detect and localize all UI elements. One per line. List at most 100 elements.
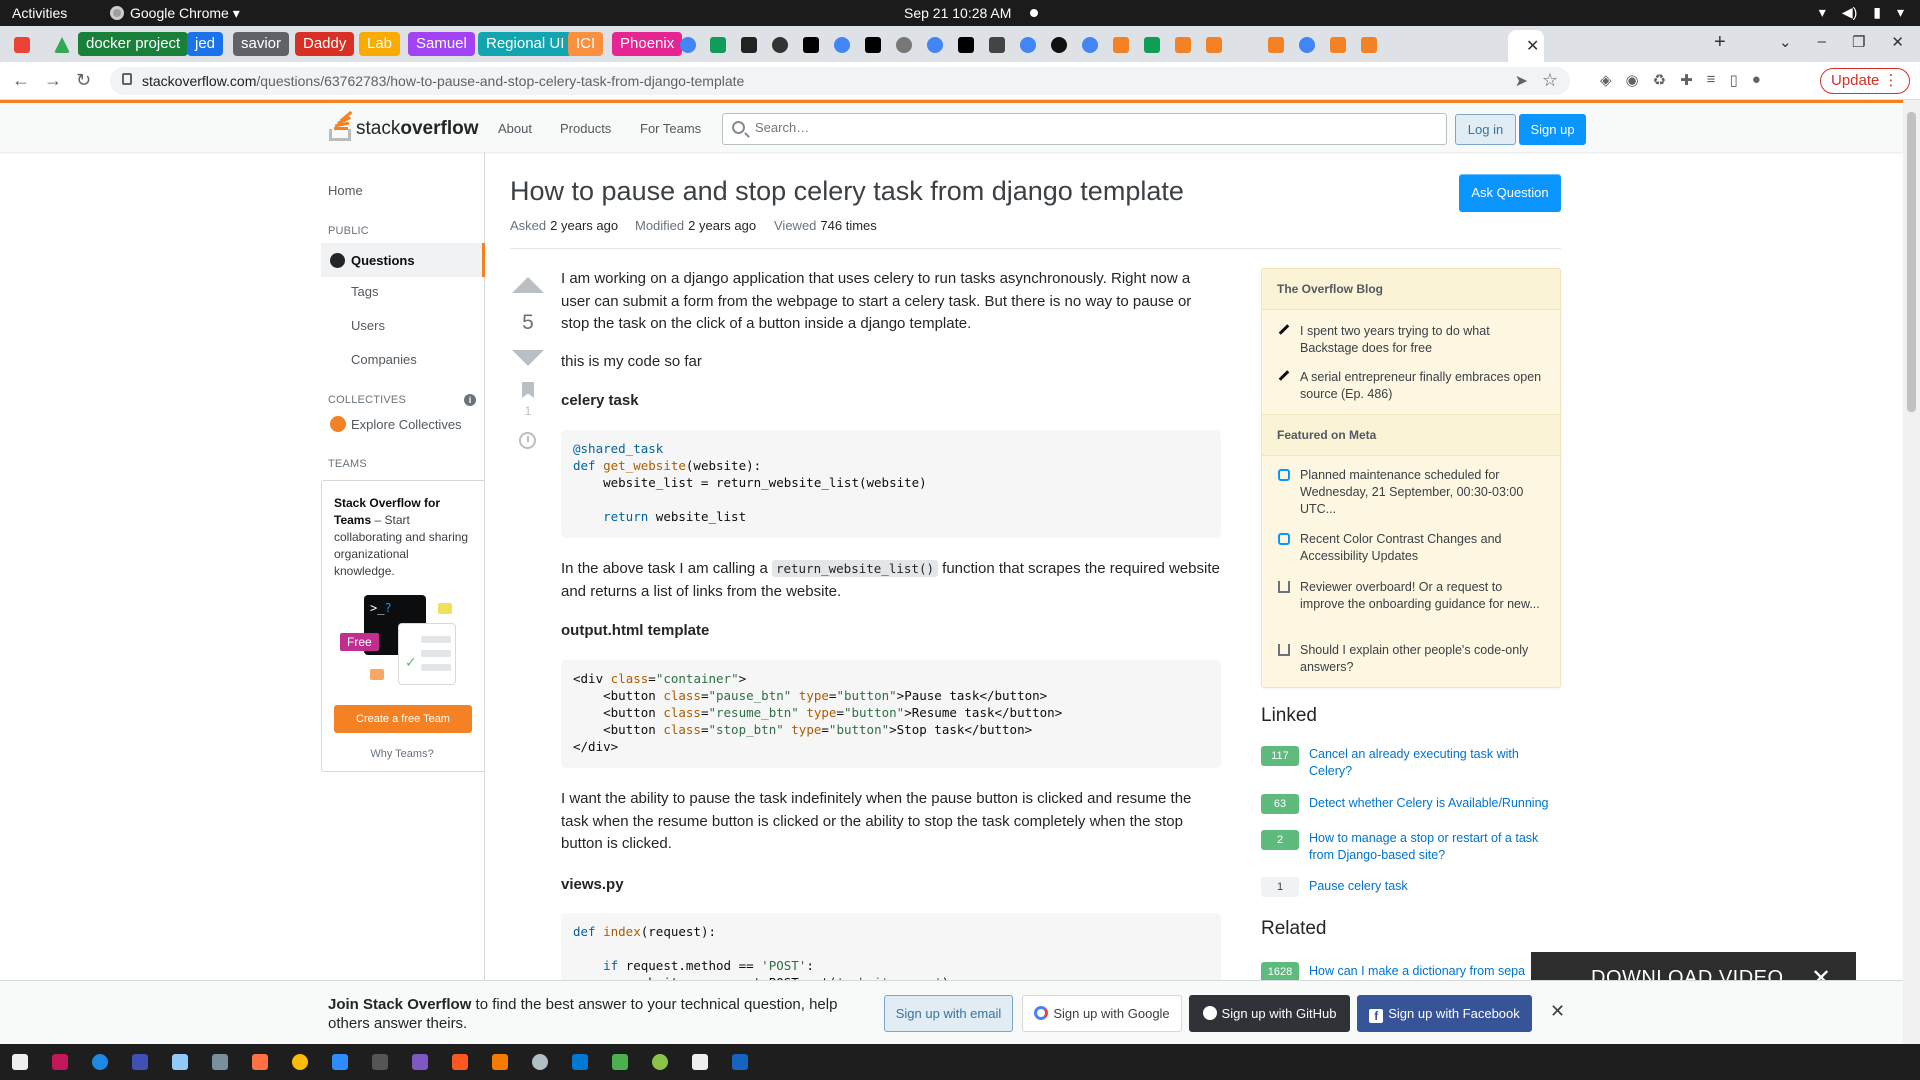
tab-group-lab[interactable]: Lab [359,32,401,56]
question-title[interactable]: How to pause and stop celery task from d… [510,176,1184,207]
app-icon[interactable] [172,1054,188,1070]
tab-group-ici[interactable]: ICI [568,32,604,56]
login-button[interactable]: Log in [1455,114,1516,145]
app-icon[interactable] [252,1054,268,1070]
tab-group-docker-project[interactable]: docker project [78,32,189,56]
google-tab-icon[interactable] [927,37,943,53]
app-icon[interactable] [52,1054,68,1070]
activities-button[interactable]: Activities [12,5,67,21]
vscode-taskbar-icon[interactable] [572,1054,588,1070]
app-icon[interactable] [412,1054,428,1070]
app-icon[interactable] [452,1054,468,1070]
nav-for-teams[interactable]: For Teams [640,121,701,136]
signup-github-button[interactable]: Sign up with GitHub [1189,995,1350,1032]
tab-group-daddy[interactable]: Daddy [295,32,355,56]
clock[interactable]: Sep 21 10:28 AM [904,5,1011,21]
google-tab-icon[interactable] [1020,37,1036,53]
app-icon[interactable] [92,1054,108,1070]
profile-avatar[interactable]: ● [1752,71,1761,89]
tab-icon[interactable] [1051,37,1067,53]
tab-icon[interactable] [803,37,819,53]
tab-group-jed[interactable]: jed [187,32,224,56]
google-tab-icon[interactable] [1299,37,1315,53]
ask-question-button[interactable]: Ask Question [1459,174,1561,212]
scrollbar-thumb[interactable] [1907,112,1916,412]
active-tab[interactable]: ✕ [1508,30,1544,62]
back-icon[interactable]: ← [12,70,30,91]
tab-icon[interactable] [865,37,881,53]
related-link[interactable]: How can I make a dictionary from sepa [1309,963,1559,980]
signup-email-button[interactable]: Sign up with email [884,995,1013,1032]
google-tab-icon[interactable] [680,37,696,53]
app-icon[interactable] [212,1054,228,1070]
tab-group-samuel[interactable]: Samuel [408,32,475,56]
signup-facebook-button[interactable]: f Sign up with Facebook [1357,995,1532,1032]
app-icon[interactable] [732,1054,748,1070]
tab-icon[interactable] [1144,37,1160,53]
page-scrollbar[interactable] [1903,100,1920,1044]
stackoverflow-tab-icon[interactable] [1330,37,1346,53]
address-bar[interactable]: stackoverflow.com/questions/63762783/how… [110,67,1570,95]
gmail-tab-icon[interactable] [14,37,30,53]
code-block-views[interactable]: def index(request): if request.method ==… [561,913,1221,983]
update-button[interactable]: Update ⋮ [1820,68,1910,94]
blog-link[interactable]: A serial entrepreneur finally embraces o… [1300,369,1545,403]
app-menu[interactable]: Google Chrome ▾ [110,5,240,22]
puzzle-icon[interactable]: ✚ [1680,71,1693,89]
tab-icon[interactable] [958,37,974,53]
meta-link[interactable]: Planned maintenance scheduled for Wednes… [1300,467,1545,518]
app-icon[interactable] [12,1054,28,1070]
tab-icon[interactable] [710,37,726,53]
upvote-icon[interactable] [512,277,544,293]
nav-explore-collectives[interactable]: Explore Collectives [351,417,462,432]
forward-icon[interactable]: → [44,70,62,91]
code-block-celery-task[interactable]: @shared_task def get_website(website): w… [561,430,1221,538]
app-icon[interactable] [532,1054,548,1070]
tab-search-icon[interactable]: ⌄ [1779,33,1792,51]
info-icon[interactable]: i [464,394,476,406]
tab-group-phoenix[interactable]: Phoenix [612,32,683,56]
bookmark-star-icon[interactable]: ☆ [1542,70,1558,91]
linked-link[interactable]: How to manage a stop or restart of a tas… [1309,830,1559,864]
chrome-taskbar-icon[interactable] [292,1054,308,1070]
url-text[interactable]: stackoverflow.com/questions/63762783/how… [142,73,744,89]
meta-link[interactable]: Reviewer overboard! Or a request to impr… [1300,579,1545,613]
extension-icon[interactable]: ◉ [1626,71,1639,89]
close-window-icon[interactable]: ✕ [1891,33,1904,51]
nav-tags[interactable]: Tags [351,284,378,299]
send-tab-icon[interactable]: ➤ [1515,71,1528,91]
extension-icon[interactable]: ◈ [1600,71,1612,89]
app-icon[interactable] [132,1054,148,1070]
bookmark-icon[interactable] [522,382,534,398]
create-free-team-button[interactable]: Create a free Team [334,705,472,733]
stackoverflow-tab-icon[interactable] [1206,37,1222,53]
reload-icon[interactable]: ↻ [76,70,91,91]
tab-icon[interactable] [989,37,1005,53]
app-icon[interactable] [652,1054,668,1070]
drive-tab-icon[interactable] [54,37,70,53]
nav-products[interactable]: Products [560,121,611,136]
tab-group-savior[interactable]: savior [233,32,290,56]
extension-icon[interactable]: ♻ [1653,71,1666,89]
linked-link[interactable]: Cancel an already executing task with Ce… [1309,746,1559,780]
nav-about[interactable]: About [498,121,532,136]
linked-link[interactable]: Detect whether Celery is Available/Runni… [1309,795,1559,812]
tab-icon[interactable] [896,37,912,53]
nav-home[interactable]: Home [328,183,363,198]
google-tab-icon[interactable] [834,37,850,53]
downvote-icon[interactable] [512,350,544,366]
why-teams-link[interactable]: Why Teams? [322,748,482,760]
tab-group-regional-ui[interactable]: Regional UI [478,32,573,56]
linked-link[interactable]: Pause celery task [1309,878,1559,895]
terminal-taskbar-icon[interactable] [372,1054,388,1070]
reading-list-icon[interactable]: ≡ [1707,71,1716,89]
tab-icon[interactable] [741,37,757,53]
meta-link[interactable]: Should I explain other people's code-onl… [1300,642,1545,676]
app-icon[interactable] [612,1054,628,1070]
maximize-icon[interactable]: ❐ [1852,33,1865,51]
meta-link[interactable]: Recent Color Contrast Changes and Access… [1300,531,1545,565]
search-input[interactable] [755,120,1415,135]
stackoverflow-tab-icon[interactable] [1268,37,1284,53]
stackoverflow-tab-icon[interactable] [1175,37,1191,53]
history-icon[interactable] [519,432,536,449]
